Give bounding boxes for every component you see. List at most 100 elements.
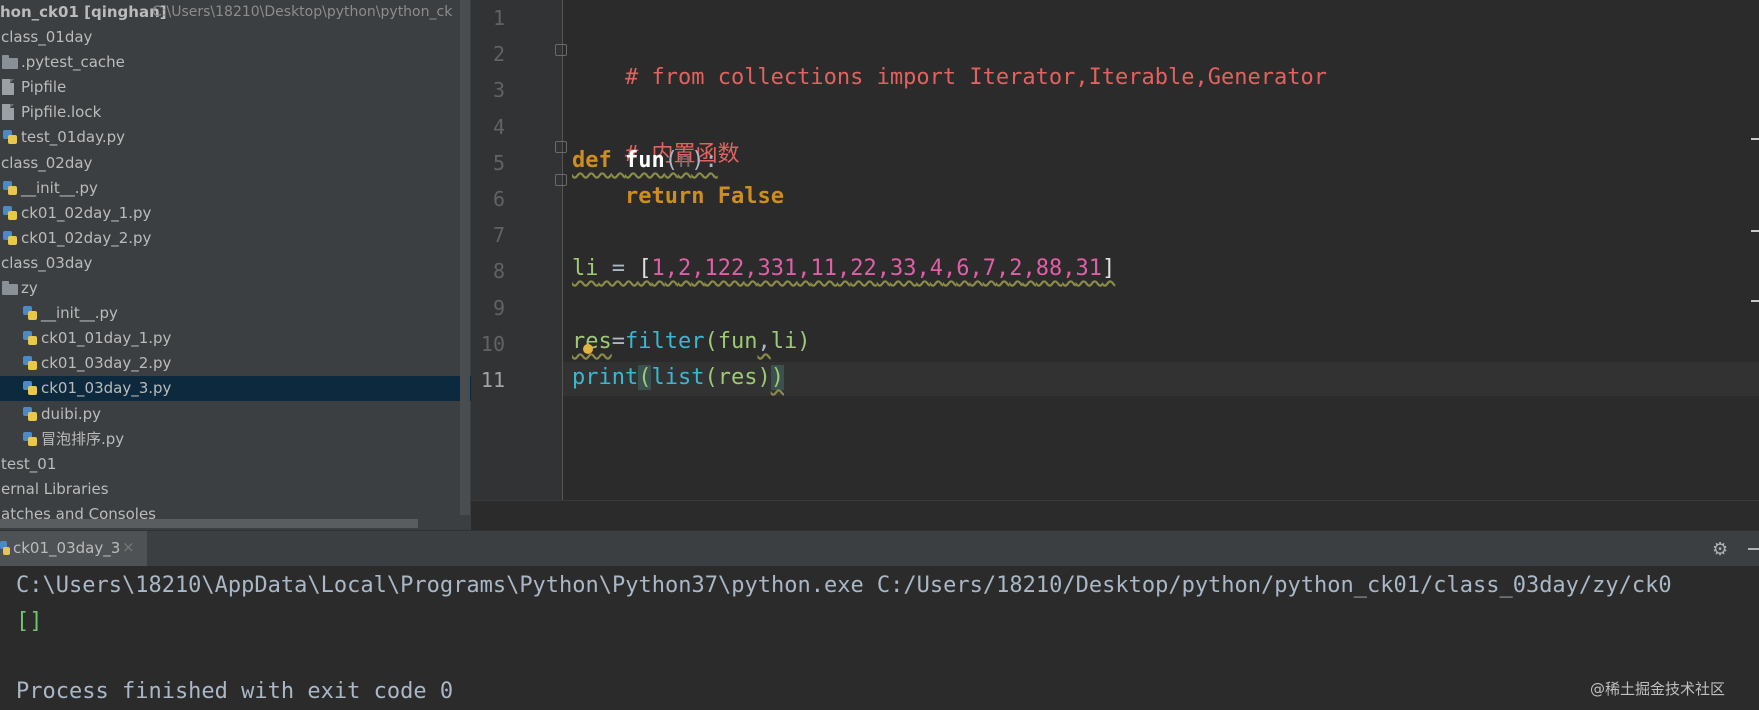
python-file-icon <box>2 180 18 196</box>
tree-item-label: 冒泡排序.py <box>41 429 125 448</box>
tree-item-label: ck01_03day_3.py <box>41 379 172 398</box>
close-tab-icon[interactable]: × <box>122 538 135 556</box>
tree-item[interactable]: test_01 <box>0 452 471 477</box>
project-root-name: hon_ck01 [qinghan] <box>0 3 167 21</box>
tree-item[interactable]: ck01_02day_1.py <box>0 201 471 226</box>
python-file-icon <box>2 129 18 145</box>
builtin-list: list <box>651 365 705 390</box>
tree-item[interactable]: ck01_03day_2.py <box>0 351 471 376</box>
python-file-icon <box>22 330 38 346</box>
project-root-row[interactable]: hon_ck01 [qinghan] C:\Users\18210\Deskto… <box>0 0 471 26</box>
tree-item[interactable]: 冒泡排序.py <box>0 427 471 452</box>
folder-icon <box>2 281 18 295</box>
intention-bulb-icon[interactable] <box>583 344 593 354</box>
project-vertical-scrollbar[interactable] <box>460 0 470 515</box>
error-stripe-marker[interactable] <box>1751 138 1759 140</box>
line-number: 2 <box>492 42 505 67</box>
function-param: n <box>678 148 692 173</box>
file-icon <box>2 79 14 96</box>
run-tool-window: ck01_03day_3 × ⚙ C:\Users\18210\AppData\… <box>0 530 1759 710</box>
tree-item-label: __init__.py <box>21 178 98 197</box>
tree-item[interactable]: Pipfile <box>0 75 471 100</box>
tree-item[interactable]: class_01day <box>0 25 471 50</box>
project-tool-window: hon_ck01 [qinghan] C:\Users\18210\Deskto… <box>0 0 471 530</box>
python-file-icon <box>2 205 18 221</box>
tree-item-label: Pipfile.lock <box>21 103 102 122</box>
tree-item-label: test_01day.py <box>21 128 126 147</box>
fold-marker-icon[interactable] <box>555 174 567 186</box>
number-literal: 6 <box>956 256 970 281</box>
tree-item-label: ck01_02day_2.py <box>21 228 152 247</box>
line-number: 1 <box>492 6 505 30</box>
console-command-line: C:\Users\18210\AppData\Local\Programs\Py… <box>16 573 1672 598</box>
number-literal: 11 <box>810 256 838 281</box>
tree-item-label: Pipfile <box>21 78 67 97</box>
tree-item-label: duibi.py <box>41 404 102 423</box>
tree-item[interactable]: .pytest_cache <box>0 50 471 75</box>
gutter-divider <box>562 0 563 500</box>
code-line-6: return False <box>572 184 784 209</box>
function-name: fun <box>625 148 665 173</box>
code-line-2: # from collections import Iterator,Itera… <box>572 40 1327 115</box>
editor-bottom-area <box>471 500 1759 531</box>
run-tab-label: ck01_03day_3 <box>13 539 121 557</box>
tree-item[interactable]: ck01_02day_2.py <box>0 226 471 251</box>
python-file-icon <box>22 305 38 321</box>
minimize-icon[interactable] <box>1748 548 1759 550</box>
line-number: 11 <box>480 368 505 392</box>
tree-item[interactable]: Pipfile.lock <box>0 100 471 125</box>
fold-marker-icon[interactable] <box>555 141 567 153</box>
tree-item-label: test_01 <box>1 454 57 473</box>
tree-item-label: ck01_02day_1.py <box>21 203 152 222</box>
project-root-path: C:\Users\18210\Desktop\python\python_ck <box>152 4 453 20</box>
arg-li: li <box>770 329 798 354</box>
gear-icon[interactable]: ⚙ <box>1712 539 1728 560</box>
fold-marker-icon[interactable] <box>555 44 567 56</box>
variable-li: li <box>572 256 599 281</box>
tree-item[interactable]: duibi.py <box>0 402 471 427</box>
builtin-filter: filter <box>625 329 705 354</box>
tree-item[interactable]: zy <box>0 276 471 301</box>
tree-item-label: zy <box>21 279 38 297</box>
tree-item-label: ernal Libraries <box>1 479 109 498</box>
tree-item[interactable]: ck01_03day_3.py <box>0 376 471 402</box>
keyword-return: return <box>624 184 705 209</box>
line-number: 9 <box>492 295 505 320</box>
line-number: 3 <box>492 78 505 103</box>
tree-item[interactable]: ernal Libraries <box>0 477 471 502</box>
line-number: 5 <box>492 150 505 175</box>
python-file-icon <box>22 355 38 371</box>
run-tab-bar: ck01_03day_3 × ⚙ <box>0 531 1759 566</box>
code-line-5: def fun(n): <box>572 148 718 173</box>
python-file-icon <box>2 230 18 246</box>
console-result-line: [] <box>16 609 43 634</box>
tree-item-label: class_01day <box>1 28 93 46</box>
tree-item-label: ck01_01day_1.py <box>41 329 172 348</box>
line-number: 8 <box>492 259 505 284</box>
project-horizontal-scrollbar[interactable] <box>0 519 418 528</box>
number-list: 1,2,122,331,11,22,33,4,6,7,2,88,31 <box>651 256 1103 281</box>
error-stripe-marker[interactable] <box>1751 300 1759 302</box>
number-literal: 88 <box>1035 256 1063 281</box>
arg-res: res <box>717 365 758 390</box>
number-literal: 31 <box>1075 256 1103 281</box>
tree-item[interactable]: test_01day.py <box>0 125 471 150</box>
number-literal: 33 <box>890 256 917 281</box>
tree-item[interactable]: __init__.py <box>0 301 471 326</box>
line-number: 4 <box>492 114 505 139</box>
error-stripe-marker[interactable] <box>1751 230 1759 232</box>
run-tab[interactable]: ck01_03day_3 × <box>0 531 147 566</box>
number-literal: 2 <box>1009 256 1023 281</box>
tree-item-label: class_02day <box>1 153 93 172</box>
folder-icon <box>2 55 18 70</box>
console-exit-line: Process finished with exit code 0 <box>16 679 454 704</box>
editor-gutter <box>471 0 563 500</box>
tree-item[interactable]: class_02day <box>0 151 471 176</box>
code-line-11: print(list(res)) <box>572 365 784 390</box>
code-line-8: li = [1,2,122,331,11,22,33,4,6,7,2,88,31… <box>572 256 1116 281</box>
code-editor[interactable]: 1 2 3 4 5 6 7 8 9 10 11 # from collections import … <box>471 0 1759 531</box>
tree-item[interactable]: class_03day <box>0 251 471 276</box>
tree-item[interactable]: ck01_01day_1.py <box>0 326 471 351</box>
number-literal: 7 <box>982 256 996 281</box>
tree-item[interactable]: __init__.py <box>0 176 471 201</box>
